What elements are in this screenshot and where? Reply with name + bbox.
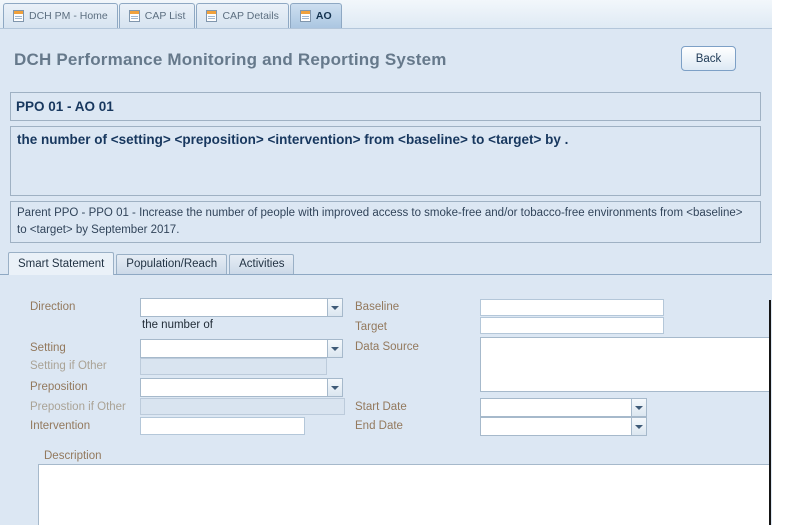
preposition-if-other-input [140, 398, 345, 415]
start-date-dropdown-button[interactable] [631, 398, 647, 417]
form-tab-strip: Smart Statement Population/Reach Activit… [0, 252, 772, 275]
form-icon [13, 10, 24, 22]
record-id-box: PPO 01 - AO 01 [10, 92, 761, 121]
window-edge [769, 300, 771, 525]
chevron-down-icon [635, 425, 643, 429]
parent-ppo-box: Parent PPO - PPO 01 - Increase the numbe… [10, 201, 761, 243]
setting-if-other-input [140, 358, 327, 375]
setting-label: Setting [30, 342, 66, 354]
chevron-down-icon [331, 347, 339, 351]
baseline-label: Baseline [355, 301, 399, 313]
preposition-if-other-label: Prepostion if Other [30, 401, 126, 413]
tab-label: CAP Details [222, 10, 278, 22]
data-source-label: Data Source [355, 341, 419, 353]
start-date-label: Start Date [355, 401, 407, 413]
chevron-down-icon [331, 306, 339, 310]
setting-input[interactable] [140, 339, 327, 358]
form-icon [129, 10, 140, 22]
tab-smart-statement[interactable]: Smart Statement [8, 252, 114, 275]
page-title: DCH Performance Monitoring and Reporting… [14, 50, 447, 70]
form-icon [206, 10, 217, 22]
target-input[interactable] [480, 317, 664, 334]
form-icon [300, 10, 311, 22]
tab-dch-pm-home[interactable]: DCH PM - Home [3, 3, 118, 28]
setting-dropdown-button[interactable] [327, 339, 343, 358]
start-date-input[interactable] [480, 398, 631, 417]
end-date-label: End Date [355, 420, 403, 432]
application-window: DCH PM - Home CAP List CAP Details AO DC… [0, 0, 772, 525]
tab-label: AO [316, 10, 332, 22]
direction-combo[interactable] [140, 298, 343, 317]
tab-label: CAP List [145, 10, 186, 22]
end-date-input[interactable] [480, 417, 631, 436]
target-label: Target [355, 321, 387, 333]
start-date-combo[interactable] [480, 398, 647, 417]
preposition-label: Preposition [30, 381, 88, 393]
data-source-input[interactable] [480, 337, 770, 392]
direction-label: Direction [30, 301, 75, 313]
preposition-input[interactable] [140, 378, 327, 397]
intervention-input[interactable] [140, 417, 305, 435]
description-label: Description [44, 450, 102, 462]
direction-input[interactable] [140, 298, 327, 317]
chevron-down-icon [635, 406, 643, 410]
baseline-input[interactable] [480, 299, 664, 316]
tab-cap-details[interactable]: CAP Details [196, 3, 288, 28]
intervention-label: Intervention [30, 420, 90, 432]
smart-statement-box: the number of <setting> <preposition> <i… [10, 126, 761, 196]
back-button[interactable]: Back [681, 46, 736, 71]
direction-static-text: the number of [142, 319, 213, 331]
chevron-down-icon [331, 386, 339, 390]
tab-label: DCH PM - Home [29, 10, 108, 22]
parent-ppo-text: Parent PPO - PPO 01 - Increase the numbe… [17, 207, 743, 236]
smart-statement-text: the number of <setting> <preposition> <i… [17, 132, 568, 147]
preposition-combo[interactable] [140, 378, 343, 397]
end-date-dropdown-button[interactable] [631, 417, 647, 436]
setting-combo[interactable] [140, 339, 343, 358]
setting-if-other-label: Setting if Other [30, 360, 107, 372]
tab-cap-list[interactable]: CAP List [119, 3, 196, 28]
direction-dropdown-button[interactable] [327, 298, 343, 317]
preposition-dropdown-button[interactable] [327, 378, 343, 397]
tab-ao[interactable]: AO [290, 3, 342, 28]
tab-population-reach[interactable]: Population/Reach [116, 254, 227, 274]
end-date-combo[interactable] [480, 417, 647, 436]
document-tab-bar: DCH PM - Home CAP List CAP Details AO [0, 0, 772, 29]
tab-activities[interactable]: Activities [229, 254, 294, 274]
description-input[interactable] [38, 464, 770, 525]
record-id: PPO 01 - AO 01 [16, 99, 114, 114]
